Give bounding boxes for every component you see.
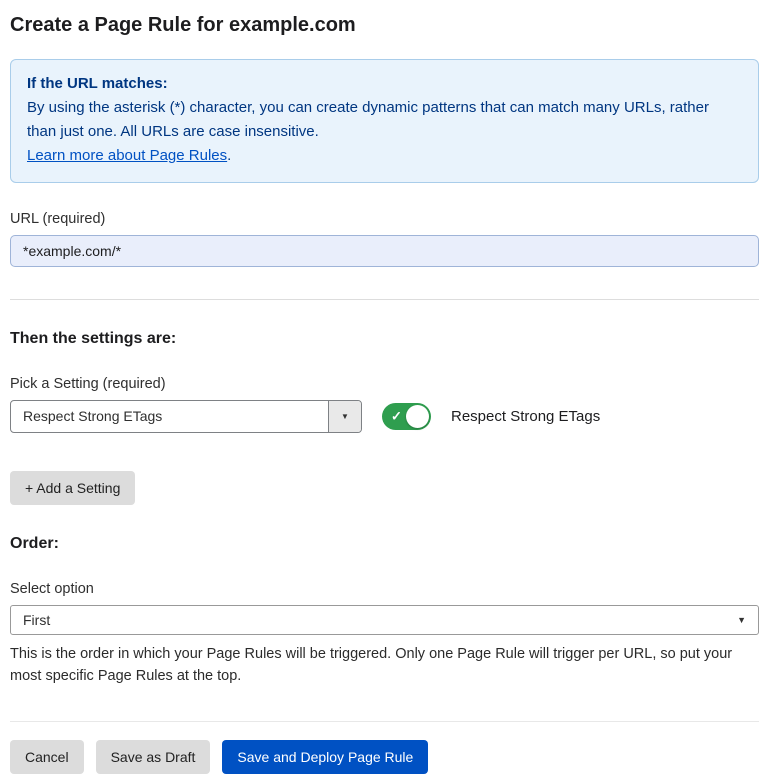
info-box-body: By using the asterisk (*) character, you… [27,96,742,144]
toggle-knob [406,405,429,428]
info-box-link-line: Learn more about Page Rules. [27,144,742,168]
order-heading: Order: [10,535,759,553]
save-deploy-button[interactable]: Save and Deploy Page Rule [222,740,428,774]
settings-heading: Then the settings are: [10,330,759,348]
setting-picker-label: Pick a Setting (required) [10,376,759,392]
toggle-label: Respect Strong ETags [451,408,600,425]
save-draft-button[interactable]: Save as Draft [96,740,211,774]
order-select-value: First [23,612,50,628]
url-input[interactable] [10,235,759,267]
section-divider [10,299,759,300]
select-caret-down-icon: ▼ [737,615,746,625]
setting-row: Respect Strong ETags ▼ ✓ Respect Strong … [10,400,759,433]
footer-actions: Cancel Save as Draft Save and Deploy Pag… [10,721,759,774]
info-box-heading: If the URL matches: [27,72,742,96]
link-suffix: . [227,147,231,164]
cancel-button[interactable]: Cancel [10,740,84,774]
setting-picker-value: Respect Strong ETags [11,401,328,432]
caret-down-icon: ▼ [341,412,349,421]
toggle-check-icon: ✓ [391,408,402,424]
add-setting-button[interactable]: + Add a Setting [10,471,135,505]
url-field-label: URL (required) [10,211,759,227]
learn-more-link[interactable]: Learn more about Page Rules [27,147,227,164]
etags-toggle[interactable]: ✓ [382,403,431,430]
create-page-rule-form: Create a Page Rule for example.com If th… [0,14,769,774]
order-help-text: This is the order in which your Page Rul… [10,643,750,687]
url-match-info-box: If the URL matches: By using the asteris… [10,59,759,183]
page-title: Create a Page Rule for example.com [10,14,759,37]
order-select[interactable]: First ▼ [10,605,759,635]
setting-picker-caret-button[interactable]: ▼ [328,401,361,432]
order-select-label: Select option [10,581,759,597]
setting-picker-dropdown[interactable]: Respect Strong ETags ▼ [10,400,362,433]
